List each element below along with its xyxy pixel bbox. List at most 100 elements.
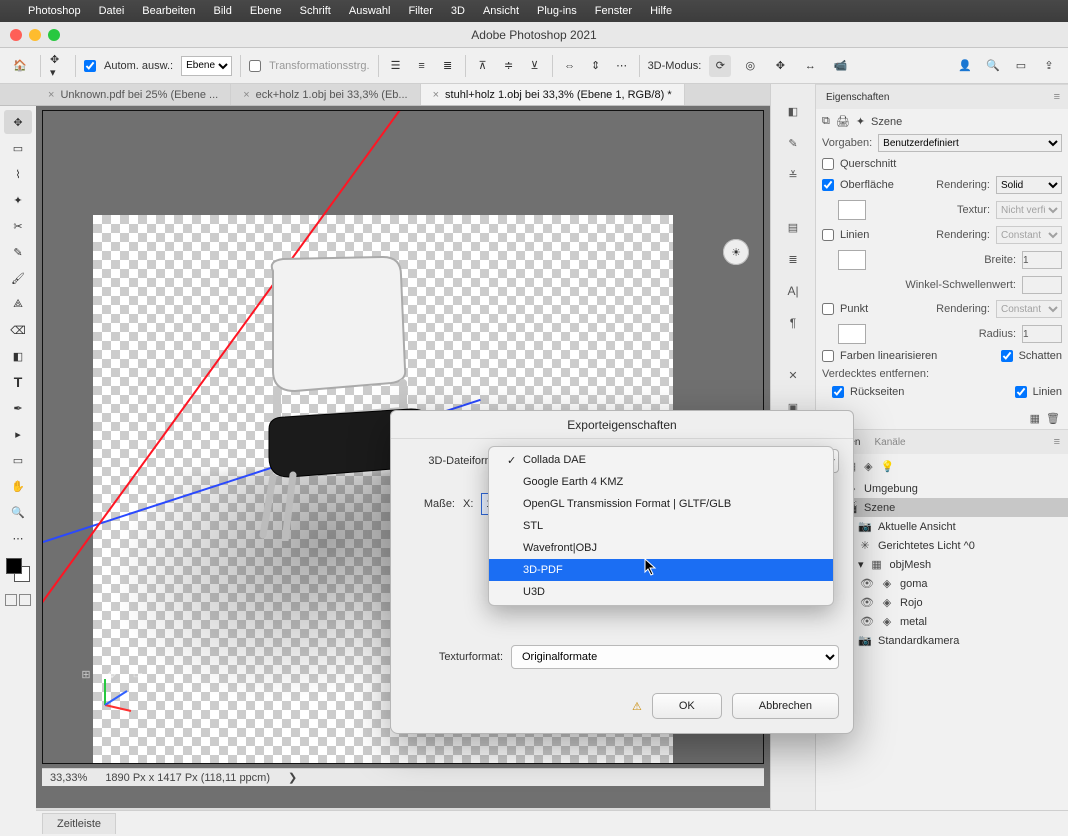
preset-select[interactable]: Benutzerdefiniert <box>878 134 1062 152</box>
ground-grid-icon[interactable]: ⊞ <box>77 665 95 683</box>
align-bottom-icon[interactable]: ⊻ <box>526 57 544 75</box>
stamp-tool[interactable]: ⟁ <box>4 292 32 316</box>
align-right-icon[interactable]: ≣ <box>439 57 457 75</box>
menu-auswahl[interactable]: Auswahl <box>349 5 391 17</box>
menu-schrift[interactable]: Schrift <box>300 5 331 17</box>
workspace-icon[interactable]: ▭ <box>1010 55 1032 77</box>
crop-tool[interactable]: ✂ <box>4 214 32 238</box>
zoom-level[interactable]: 33,33% <box>50 772 87 784</box>
eraser-tool[interactable]: ⌫ <box>4 318 32 342</box>
option-obj[interactable]: Wavefront|OBJ <box>489 537 833 559</box>
align-left-icon[interactable]: ☰ <box>387 57 405 75</box>
layers-panel-icon[interactable]: ≣ <box>780 248 806 270</box>
close-tab-icon[interactable]: × <box>243 89 249 101</box>
maximize-window-button[interactable] <box>48 29 60 41</box>
caret-down-icon[interactable]: ▾ <box>858 558 864 571</box>
trash-icon[interactable]: 🗑 <box>1046 412 1060 425</box>
filter-light-icon[interactable]: 💡 <box>881 460 895 473</box>
option-3dpdf[interactable]: 3D-PDF <box>489 559 833 581</box>
color-panel-icon[interactable]: ◧ <box>780 100 806 122</box>
shape-tool[interactable]: ▭ <box>4 448 32 472</box>
lines-color-swatch[interactable] <box>838 250 866 270</box>
brush-tool[interactable]: 🖌 <box>4 266 32 290</box>
scene-print-icon[interactable]: 🖨 <box>836 115 850 128</box>
close-window-button[interactable] <box>10 29 22 41</box>
app-name[interactable]: Photoshop <box>28 5 81 17</box>
swatches-panel-icon[interactable]: ✎ <box>780 132 806 154</box>
menu-bild[interactable]: Bild <box>214 5 232 17</box>
libraries-panel-icon[interactable]: ▤ <box>780 216 806 238</box>
surface-rendering-select[interactable]: Solid <box>996 176 1062 194</box>
auto-select-checkbox[interactable] <box>84 60 96 72</box>
surface-color-swatch[interactable] <box>838 200 866 220</box>
marquee-tool[interactable]: ▭ <box>4 136 32 160</box>
share-icon[interactable]: ⇪ <box>1038 55 1060 77</box>
option-stl[interactable]: STL <box>489 515 833 537</box>
distribute-h-icon[interactable]: ⇔ <box>561 57 579 75</box>
path-select-tool[interactable]: ▸ <box>4 422 32 446</box>
type-tool[interactable]: T <box>4 370 32 394</box>
option-kmz[interactable]: Google Earth 4 KMZ <box>489 471 833 493</box>
menu-ansicht[interactable]: Ansicht <box>483 5 519 17</box>
home-button[interactable]: 🏠 <box>8 54 32 78</box>
lines2-checkbox[interactable] <box>1015 386 1027 398</box>
properties-tab[interactable]: Eigenschaften <box>824 88 891 107</box>
pen-tool[interactable]: ✒ <box>4 396 32 420</box>
surface-checkbox[interactable] <box>822 179 834 191</box>
cloud-docs-icon[interactable]: 👤 <box>954 55 976 77</box>
option-u3d[interactable]: U3D <box>489 581 833 603</box>
quickmask-toggle[interactable] <box>5 594 17 606</box>
cancel-button[interactable]: Abbrechen <box>732 693 839 719</box>
3d-slide-icon[interactable]: ↔ <box>799 55 821 77</box>
3d-pan-icon[interactable]: ✥ <box>769 55 791 77</box>
3d-roll-icon[interactable]: ◎ <box>739 55 761 77</box>
tools-preset-icon[interactable]: ✕ <box>780 364 806 386</box>
screenmode-toggle[interactable] <box>19 594 31 606</box>
doc-tab-0[interactable]: ×Unknown.pdf bei 25% (Ebene ... <box>36 84 231 105</box>
shadows-checkbox[interactable] <box>1001 350 1013 362</box>
zoom-tool[interactable]: 🔍 <box>4 500 32 524</box>
search-icon[interactable]: 🔍 <box>982 55 1004 77</box>
close-tab-icon[interactable]: × <box>433 89 439 101</box>
option-gltf[interactable]: OpenGL Transmission Format | GLTF/GLB <box>489 493 833 515</box>
render-button-icon[interactable]: ▦ <box>1030 412 1040 425</box>
quick-select-tool[interactable]: ✦ <box>4 188 32 212</box>
eyedropper-tool[interactable]: ✎ <box>4 240 32 264</box>
scene-props-icon[interactable]: ⧉ <box>822 115 830 128</box>
3d-axis-gizmo[interactable] <box>97 673 137 713</box>
doc-tab-2[interactable]: ×stuhl+holz 1.obj bei 33,3% (Ebene 1, RG… <box>421 84 685 105</box>
menu-ebene[interactable]: Ebene <box>250 5 282 17</box>
menu-hilfe[interactable]: Hilfe <box>650 5 672 17</box>
ok-button[interactable]: OK <box>652 693 722 719</box>
close-tab-icon[interactable]: × <box>48 89 54 101</box>
minimize-window-button[interactable] <box>29 29 41 41</box>
menu-filter[interactable]: Filter <box>408 5 432 17</box>
doc-tab-1[interactable]: ×eck+holz 1.obj bei 33,3% (Eb... <box>231 84 420 105</box>
panel-menu-icon[interactable]: ≡ <box>1054 436 1060 448</box>
edit-toolbar[interactable]: ⋯ <box>4 526 32 550</box>
paragraph-panel-icon[interactable]: ¶ <box>780 312 806 334</box>
backfaces-checkbox[interactable] <box>832 386 844 398</box>
auto-select-target[interactable]: Ebene <box>181 56 232 76</box>
hand-tool[interactable]: ✋ <box>4 474 32 498</box>
points-color-swatch[interactable] <box>838 324 866 344</box>
align-middle-icon[interactable]: ≑ <box>500 57 518 75</box>
panel-menu-icon[interactable]: ≡ <box>1054 91 1060 103</box>
foreground-swatch[interactable] <box>6 558 22 574</box>
foreground-background-colors[interactable] <box>4 556 32 588</box>
menu-3d[interactable]: 3D <box>451 5 465 17</box>
character-panel-icon[interactable]: A| <box>780 280 806 302</box>
more-align-icon[interactable]: ⋯ <box>613 57 631 75</box>
3d-light-widget[interactable]: ☀ <box>723 239 749 265</box>
cross-section-checkbox[interactable] <box>822 158 834 170</box>
align-top-icon[interactable]: ⊼ <box>474 57 492 75</box>
timeline-tab[interactable]: Zeitleiste <box>42 813 116 834</box>
channels-tab[interactable]: Kanäle <box>872 433 907 452</box>
3d-orbit-icon[interactable]: ⟳ <box>709 55 731 77</box>
menu-datei[interactable]: Datei <box>99 5 125 17</box>
gradient-tool[interactable]: ◧ <box>4 344 32 368</box>
align-center-h-icon[interactable]: ≡ <box>413 57 431 75</box>
distribute-v-icon[interactable]: ⇕ <box>587 57 605 75</box>
points-checkbox[interactable] <box>822 303 834 315</box>
adjustments-panel-icon[interactable]: ≚ <box>780 164 806 186</box>
